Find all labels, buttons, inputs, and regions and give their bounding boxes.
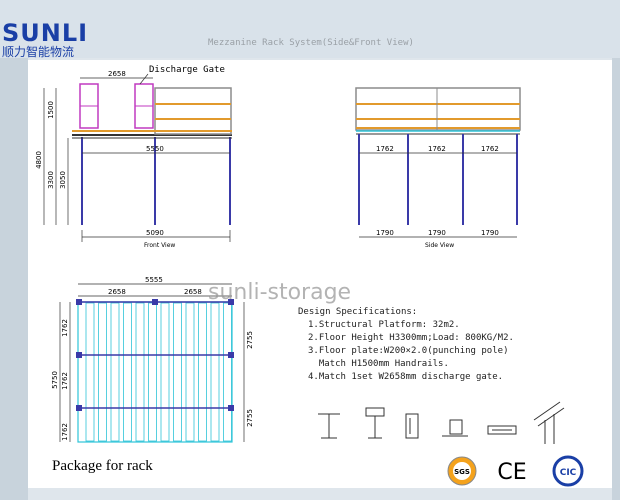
column-marker — [76, 299, 82, 305]
side-view: 1762 1762 1762 1790 1790 1790 Side View — [355, 87, 521, 249]
cic-badge: CIC — [552, 455, 584, 487]
deck-slat — [110, 302, 120, 442]
dim-base: 5090 — [146, 229, 164, 237]
side-dim-top: 1762 — [481, 145, 499, 153]
side-dim-bottom: 1790 — [481, 229, 499, 237]
plan-dim-right-side: 2755 — [246, 409, 254, 427]
dim-span: 5550 — [146, 145, 164, 153]
cic-label: CIC — [560, 468, 577, 478]
deck-slat — [135, 302, 145, 442]
side-view-label: Side View — [425, 242, 454, 249]
front-handrail — [154, 87, 232, 135]
deck-slats — [85, 302, 232, 442]
specs-title: Design Specifications: — [298, 307, 418, 317]
deck-slat — [98, 302, 107, 442]
t-beam-profile — [365, 407, 385, 439]
dim-floor: 3300 — [47, 171, 55, 189]
deck-slat — [160, 302, 170, 442]
spec-item: 2.Floor Height H3300mm;Load: 800KG/M2. — [308, 333, 514, 343]
deck-slat — [210, 302, 220, 442]
sgs-label: SGS — [454, 468, 470, 476]
watermark: sunli-storage — [208, 280, 352, 305]
discharge-gate-label: Discharge Gate — [149, 65, 225, 75]
deck-slat — [185, 302, 195, 442]
side-dim-bottom: 1790 — [376, 229, 394, 237]
side-dim-top: 1762 — [428, 145, 446, 153]
beam-profiles — [318, 401, 565, 444]
plan-dim-depth: 5750 — [51, 371, 59, 389]
deck-slat — [223, 302, 232, 442]
ce-badge: CE — [497, 460, 526, 485]
plan-dim-right: 2658 — [184, 288, 202, 296]
spec-item: 1.Structural Platform: 32m2. — [308, 320, 460, 330]
sgs-badge: SGS — [447, 456, 477, 486]
column-marker — [228, 352, 234, 358]
front-view-label: Front View — [144, 242, 175, 249]
side-dim-top: 1762 — [376, 145, 394, 153]
plan-dim-side: 1762 — [61, 372, 69, 390]
column-marker — [76, 405, 82, 411]
side-dim-bottom: 1790 — [428, 229, 446, 237]
spec-item: 4.Match 1set W2658mm discharge gate. — [308, 372, 504, 382]
plan-dim-right-side: 2755 — [246, 331, 254, 349]
column-marker — [228, 405, 234, 411]
leader-line — [139, 73, 149, 85]
spec-item: Match H1500mm Handrails. — [308, 359, 449, 369]
spec-item: 3.Floor plate:W200×2.0(punching pole) — [308, 346, 509, 356]
clip-profile — [442, 419, 468, 437]
dim-gate: 2658 — [108, 70, 126, 78]
beam-perspective — [533, 401, 565, 444]
deck-slat — [85, 302, 95, 442]
dim-column: 3050 — [59, 171, 67, 189]
design-specifications: Design Specifications: 1.Structural Plat… — [298, 306, 514, 384]
caption: Package for rack — [52, 458, 153, 474]
dim-total-height: 4800 — [35, 151, 43, 169]
plan-outline — [77, 301, 233, 443]
side-handrail — [355, 87, 521, 131]
front-view: 2658 Discharge Gate 5550 5090 Front View… — [35, 65, 232, 249]
plan-dim-side: 1762 — [61, 423, 69, 441]
column-marker — [152, 299, 158, 305]
channel-profile — [405, 413, 419, 439]
deck-slat — [123, 302, 132, 442]
technical-drawing: 2658 Discharge Gate 5550 5090 Front View… — [35, 65, 565, 444]
plan-dim-total: 5555 — [145, 276, 163, 284]
dim-rail: 1500 — [47, 101, 55, 119]
deck-slat — [148, 302, 157, 442]
plan-dim-left: 2658 — [108, 288, 126, 296]
plate-profile — [487, 425, 517, 435]
deck-slat — [173, 302, 182, 442]
i-beam-profile — [318, 413, 340, 439]
ce-label: CE — [497, 460, 526, 485]
plan-dim-side: 1762 — [61, 319, 69, 337]
deck-slat — [198, 302, 207, 442]
column-marker — [76, 352, 82, 358]
